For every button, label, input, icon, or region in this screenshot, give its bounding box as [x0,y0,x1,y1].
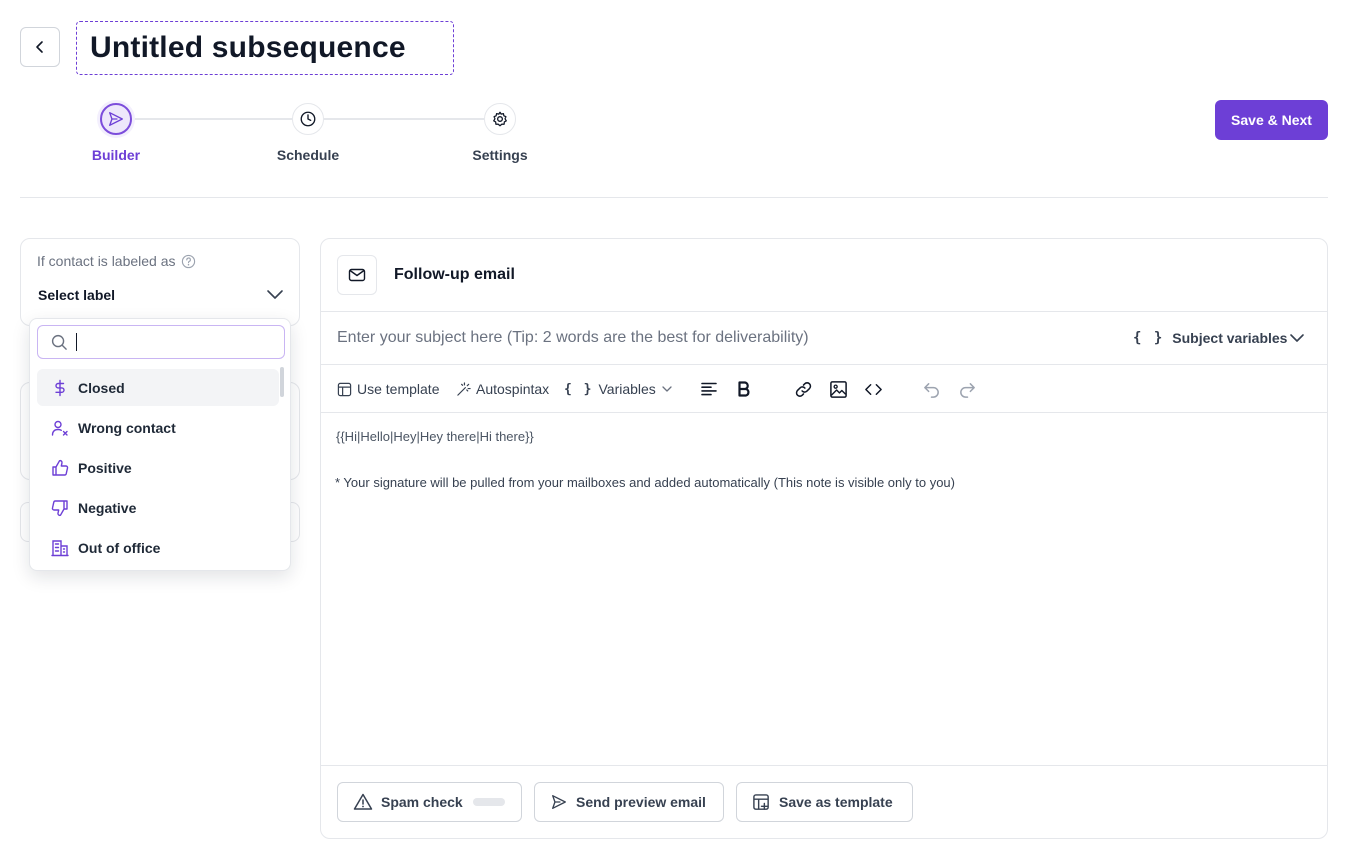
subject-variables-label: Subject variables [1172,330,1288,346]
template-icon [337,382,352,396]
braces-icon: { } [564,381,594,397]
subject-variables-button[interactable]: { } Subject variables [1133,326,1287,350]
save-as-template-button[interactable]: Save as template [736,782,913,822]
chevron-down-icon[interactable] [1289,330,1305,346]
text-caret [76,333,77,351]
bold-icon [738,381,750,397]
undo-icon [923,382,939,398]
dropdown-search[interactable] [37,325,285,359]
code-button[interactable] [862,378,884,400]
thumbs-down-icon [51,499,68,516]
editor-divider [321,364,1327,365]
spam-score-bar [472,798,505,806]
align-left-icon [701,382,717,396]
step-builder[interactable] [100,103,132,135]
use-template-button[interactable]: Use template [337,378,439,400]
dropdown-item-label: Closed [78,379,125,396]
send-preview-label: Send preview email [576,794,706,810]
search-icon [51,334,67,350]
dropdown-item-out-of-office[interactable]: Out of office [37,529,279,566]
autospintax-label: Autospintax [476,381,550,397]
step-schedule[interactable] [292,103,324,135]
toolbar-divider [321,412,1327,413]
dropdown-scrollbar[interactable] [280,367,284,397]
chevron-down-icon[interactable] [266,287,284,303]
save-next-button[interactable]: Save & Next [1215,100,1328,140]
dollar-icon [55,379,65,396]
dropdown-item-label: Wrong contact [78,419,176,436]
magic-wand-icon [457,381,471,396]
building-icon [51,539,69,556]
use-template-label: Use template [357,381,440,397]
email-step-icon-box [337,255,377,295]
condition-label-text: If contact is labeled as [37,253,176,269]
bold-button[interactable] [733,378,755,400]
subsequence-title[interactable]: Untitled subsequence [76,21,454,75]
autospintax-button[interactable]: Autospintax [456,378,549,400]
link-icon [795,381,811,397]
footer-divider [321,765,1327,766]
dropdown-item-positive[interactable]: Positive [37,449,279,486]
user-x-icon [51,420,68,436]
redo-button[interactable] [956,378,978,400]
back-button[interactable] [20,27,60,67]
help-icon[interactable] [181,254,196,269]
mail-icon [348,268,366,282]
variables-button[interactable]: { } Variables [564,378,673,400]
template-add-icon [753,793,769,810]
chevron-left-icon [36,41,43,53]
clock-icon [300,111,316,127]
dropdown-item-closed[interactable]: Closed [37,369,279,406]
save-template-label: Save as template [779,794,893,810]
code-icon [864,383,882,395]
editor-title: Follow-up email [394,266,515,283]
subject-input[interactable] [337,326,1097,350]
dropdown-item-label: Positive [78,459,132,476]
image-button[interactable] [827,378,849,400]
send-icon [109,112,123,126]
link-button[interactable] [792,378,814,400]
condition-card [20,238,300,326]
chevron-down-icon [662,386,672,392]
send-icon [552,795,566,809]
braces-icon: { } [1133,330,1165,346]
image-icon [829,380,847,398]
signature-note: * Your signature will be pulled from you… [335,475,955,490]
dropdown-search-input[interactable] [85,334,265,350]
condition-label: If contact is labeled as [37,253,196,269]
step-schedule-label: Schedule [276,147,340,163]
label-select[interactable]: Select label [38,287,115,303]
warning-icon [353,793,373,810]
redo-icon [959,382,975,398]
dropdown-item-wrong-contact[interactable]: Wrong contact [37,409,279,446]
step-settings-label: Settings [472,147,528,163]
align-button[interactable] [698,378,720,400]
dropdown-item-label: Negative [78,499,137,516]
step-connector [132,118,292,120]
undo-button[interactable] [920,378,942,400]
thumbs-up-icon [52,459,69,476]
step-settings[interactable] [484,103,516,135]
step-connector [324,118,484,120]
dropdown-item-negative[interactable]: Negative [37,489,279,526]
spam-check-label: Spam check [381,794,463,810]
dropdown-item-label: Out of office [78,539,161,556]
gear-icon [493,111,507,127]
editor-divider [321,311,1327,312]
spam-check-button[interactable]: Spam check [337,782,522,822]
step-builder-label: Builder [91,147,141,163]
send-preview-button[interactable]: Send preview email [534,782,724,822]
email-body-greeting[interactable]: {{Hi|Hello|Hey|Hey there|Hi there}} [336,429,534,444]
label-dropdown: Closed Wrong contact Positive Negative O… [29,318,291,571]
variables-label: Variables [598,381,656,397]
header-divider [20,197,1328,198]
